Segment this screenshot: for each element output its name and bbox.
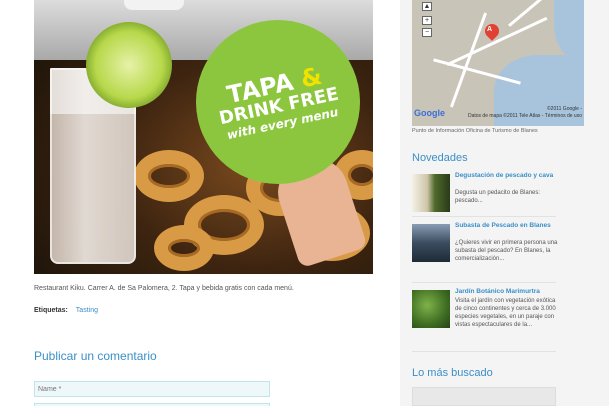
google-logo: Google (414, 108, 445, 118)
news-thumbnail[interactable] (412, 174, 450, 212)
news-title-link[interactable]: Degustación de pescado y cava (455, 172, 559, 180)
post-caption: Restaurant Kiku. Carrer A. de Sa Palomer… (34, 285, 294, 292)
list-item[interactable]: Degustación de pescado y cava Degusta un… (412, 172, 562, 217)
map-caption: Punto de Información Oficina de Turismo … (412, 128, 538, 134)
comment-form-title: Publicar un comentario (34, 349, 157, 363)
map-sea (554, 0, 584, 60)
map-terms-link[interactable]: Datos de mapa ©2011 Tele Atlas - Término… (468, 113, 582, 120)
tag-link-tasting[interactable]: Tasting (76, 307, 98, 314)
most-searched-heading: Lo más buscado (412, 367, 493, 379)
calamari-ring (134, 150, 204, 202)
news-thumbnail[interactable] (412, 290, 450, 328)
divider (412, 282, 556, 283)
novedades-heading: Novedades (412, 152, 468, 164)
news-title-link[interactable]: Subasta de Pescado en Blanes (455, 222, 559, 230)
image-top-tab (124, 0, 184, 10)
news-description: ¿Quieres vivir en primera persona una su… (455, 240, 558, 262)
location-map[interactable]: ▲ + − A Google ©2011 Google - Datos de m… (412, 0, 584, 126)
map-pan-icon[interactable]: ▲ (422, 2, 432, 11)
map-marker-label: A (487, 26, 493, 33)
lime-slice (86, 22, 172, 108)
divider (412, 216, 556, 217)
most-searched-box[interactable] (412, 387, 556, 406)
post-image: TAPA & DRINK FREE with every menu (34, 0, 373, 274)
divider (412, 351, 556, 352)
calamari-ring (154, 225, 214, 271)
map-copyright-line1: ©2011 Google - (546, 106, 582, 112)
tags-label: Etiquetas: (34, 307, 68, 314)
name-input[interactable] (34, 381, 270, 397)
list-item[interactable]: Subasta de Pescado en Blanes ¿Quieres vi… (412, 222, 562, 282)
zoom-out-button[interactable]: − (422, 28, 432, 37)
news-title-link[interactable]: Jardín Botánico Marimurtra (455, 288, 559, 296)
zoom-in-button[interactable]: + (422, 16, 432, 25)
sidebar: ▲ + − A Google ©2011 Google - Datos de m… (400, 0, 609, 406)
news-description: Visita el jardín con vegetación exótica … (455, 298, 556, 328)
news-description: Degusta un pedacito de Blanes: pescado..… (455, 190, 541, 204)
main-content: TAPA & DRINK FREE with every menu Restau… (0, 0, 400, 406)
list-item[interactable]: Jardín Botánico Marimurtra Visita el jar… (412, 288, 562, 348)
map-copyright: ©2011 Google - Datos de mapa ©2011 Tele … (468, 106, 582, 120)
post-tags: Etiquetas: Tasting (34, 307, 98, 314)
news-thumbnail[interactable] (412, 224, 450, 262)
